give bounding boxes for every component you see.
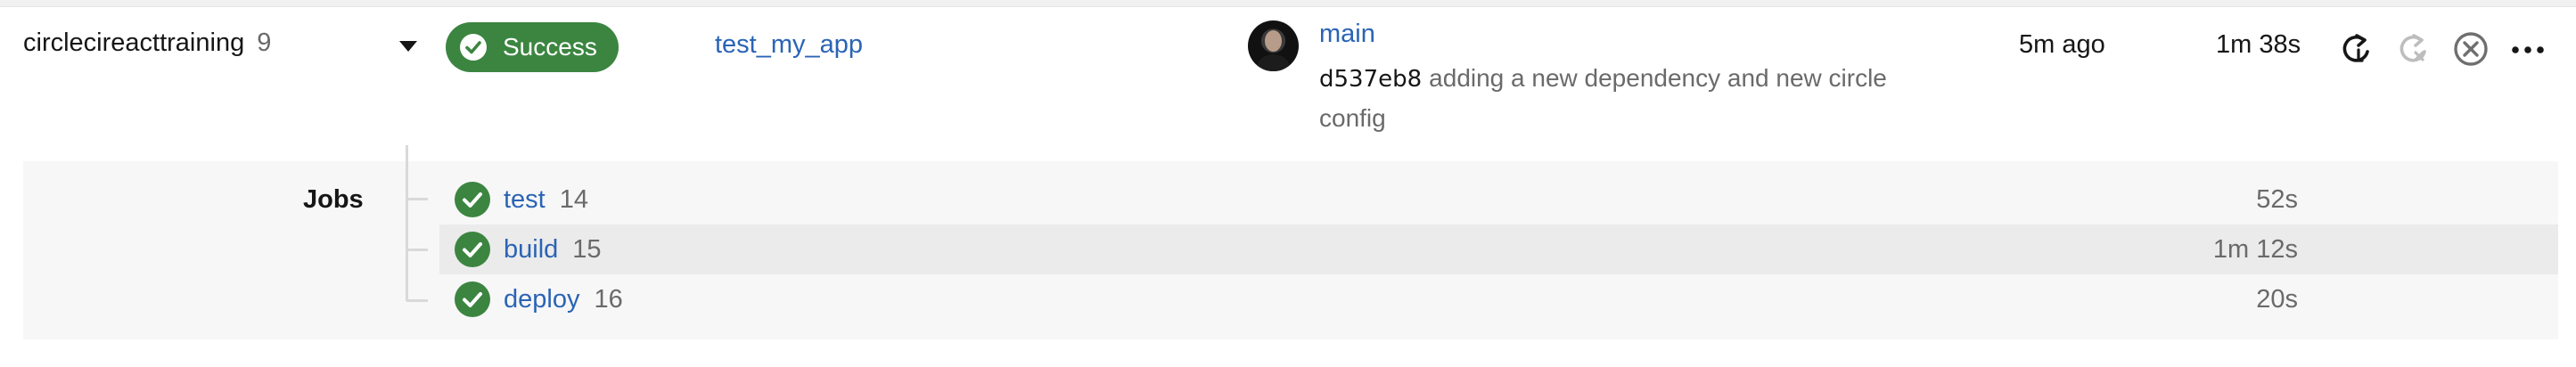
status-badge: Success [446, 22, 619, 72]
expand-toggle-icon[interactable] [399, 41, 417, 52]
job-name[interactable]: build [504, 235, 558, 265]
job-success-icon [455, 281, 490, 317]
rerun-icon [2342, 34, 2369, 62]
cancel-button[interactable] [2451, 29, 2490, 69]
commit-info: d537eb8 adding a new dependency and new c… [1319, 59, 1925, 137]
job-row[interactable]: deploy 16 20s [439, 274, 2558, 324]
status-label: Success [503, 33, 597, 61]
rerun-failed-button[interactable] [2394, 29, 2433, 69]
time-ago: 5m ago [2019, 30, 2105, 59]
commit-hash[interactable]: d537eb8 [1319, 66, 1422, 93]
cancel-icon [2454, 32, 2488, 66]
job-number: 16 [594, 284, 623, 314]
top-divider [0, 0, 2576, 7]
more-icon [2512, 46, 2544, 53]
job-name[interactable]: test [504, 185, 546, 215]
job-success-icon [455, 232, 490, 267]
tree-branch [406, 249, 428, 251]
job-row[interactable]: build 15 1m 12s [439, 224, 2558, 274]
tree-branch [406, 299, 428, 302]
branch-link[interactable]: main [1319, 20, 1375, 49]
pipeline-number: 9 [257, 29, 272, 57]
job-number: 15 [572, 234, 602, 264]
job-number: 14 [559, 184, 589, 214]
avatar [1248, 20, 1299, 71]
job-name[interactable]: deploy [504, 285, 579, 314]
job-success-icon [455, 182, 490, 217]
more-button[interactable] [2508, 29, 2547, 69]
rerun-button[interactable] [2337, 29, 2376, 69]
check-circle-icon [460, 34, 487, 61]
workflow-link[interactable]: test_my_app [715, 30, 863, 60]
project-label: circlecireacttraining [23, 29, 245, 57]
project-name[interactable]: circlecireacttraining 9 [23, 29, 271, 58]
job-duration: 52s [2256, 184, 2298, 214]
tree-branch [406, 198, 428, 200]
job-duration: 1m 12s [2212, 234, 2298, 264]
rerun-failed-icon [2400, 34, 2426, 62]
tree-connector [406, 145, 408, 301]
workflow-duration: 1m 38s [2216, 30, 2301, 59]
job-row[interactable]: test 14 52s [439, 175, 2558, 224]
jobs-label: Jobs [303, 185, 364, 214]
job-duration: 20s [2256, 284, 2298, 314]
